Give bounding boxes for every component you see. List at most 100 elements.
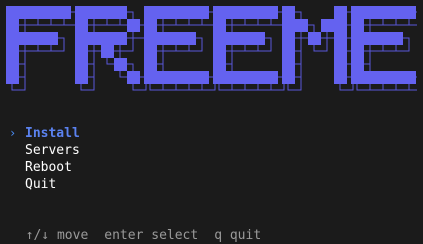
keyboard-help-bar: ↑/↓ move enter select q quit [10,210,262,244]
help-quit: q quit [214,228,262,243]
menu-item-quit[interactable]: Quit [9,176,80,193]
banner-fill-block [170,6,183,19]
banner-fill-block [127,71,140,84]
banner-fill-block [351,45,364,58]
banner-fill-block [144,71,157,84]
banner-fill-block [32,6,45,19]
banner-fill-block [282,45,295,58]
banner-fill-block [239,6,252,19]
banner-fill-block [183,6,196,19]
banner-fill-block [321,19,334,32]
banner-fill-block [45,6,58,19]
banner-fill-block [351,6,364,19]
banner-fill-block [351,19,364,32]
banner-fill-block [19,32,32,45]
banner-fill-block [364,71,377,84]
banner-fill-block [144,6,157,19]
freeme-logo [6,6,417,91]
banner-fill-block [144,45,157,58]
menu-item-label: Servers [25,143,80,158]
banner-fill-block [334,32,347,45]
banner-fill-block [377,32,390,45]
banner-fill-block [101,45,114,58]
banner-fill-block [351,32,364,45]
banner-fill-block [183,71,196,84]
banner-fill-block [295,19,308,32]
banner-fill-block [403,71,416,84]
help-select: enter select [104,228,199,243]
menu-item-servers[interactable]: Servers [9,142,80,159]
selection-cursor-icon: › [9,126,17,140]
banner-fill-block [377,6,390,19]
banner-fill-block [6,19,19,32]
banner-fill-block [144,32,157,45]
banner-fill-block [351,71,364,84]
banner-fill-block [390,71,403,84]
menu-item-label: Install [25,126,80,141]
banner-fill-block [390,32,403,45]
banner-fill-block [226,71,239,84]
banner-fill-block [101,32,114,45]
banner-fill-block [282,71,295,84]
banner-fill-block [75,6,88,19]
banner-fill-block [101,6,114,19]
banner-fill-block [213,6,226,19]
banner-fill-block [75,58,88,71]
banner-fill-block [196,6,209,19]
banner-fill-block [6,6,19,19]
banner-fill-block [75,71,88,84]
banner-fill-block [170,71,183,84]
banner-fill-block [213,58,226,71]
banner-fill-block [377,71,390,84]
banner-fill-block [6,45,19,58]
banner-fill-block [114,58,127,71]
banner-fill-block [226,32,239,45]
banner-fill-block [364,6,377,19]
banner-fill-block [334,19,347,32]
banner-fill-block [334,71,347,84]
banner-fill-block [144,19,157,32]
menu-item-label: Reboot [25,160,72,175]
banner-fill-block [75,45,88,58]
banner-fill-block [32,32,45,45]
banner-fill-block [213,32,226,45]
banner-fill-block [239,32,252,45]
banner-fill-block [252,6,265,19]
banner-fill-block [144,58,157,71]
banner-fill-block [351,58,364,71]
banner-fill-block [157,6,170,19]
banner-fill-block [6,71,19,84]
banner-fill-block [157,71,170,84]
banner-fill-block [114,6,127,19]
banner-fill-block [282,58,295,71]
banner-fill-block [282,19,295,32]
banner-fill-block [88,32,101,45]
banner-fill-block [308,32,321,45]
banner-fill-block [334,58,347,71]
banner-fill-block [114,32,127,45]
banner-fill-block [196,71,209,84]
banner-fill-block [265,6,278,19]
banner-fill-block [265,71,278,84]
banner-fill-block [75,19,88,32]
banner-fill-block [213,45,226,58]
banner-fill-block [6,58,19,71]
menu-item-reboot[interactable]: Reboot [9,159,80,176]
banner-fill-block [282,32,295,45]
banner-fill-block [364,32,377,45]
banner-fill-block [213,71,226,84]
banner-fill-block [282,6,295,19]
banner-fill-block [213,19,226,32]
banner-fill-block [170,32,183,45]
menu-item-install[interactable]: › Install [9,125,80,142]
banner-fill-block [226,6,239,19]
banner-fill-block [45,32,58,45]
banner-fill-block [252,32,265,45]
banner-fill-block [75,32,88,45]
freeme-logo-banner [6,6,417,104]
banner-fill-block [6,32,19,45]
banner-fill-block [19,6,32,19]
banner-fill-block [403,6,416,19]
banner-fill-block [239,71,252,84]
banner-fill-block [183,32,196,45]
